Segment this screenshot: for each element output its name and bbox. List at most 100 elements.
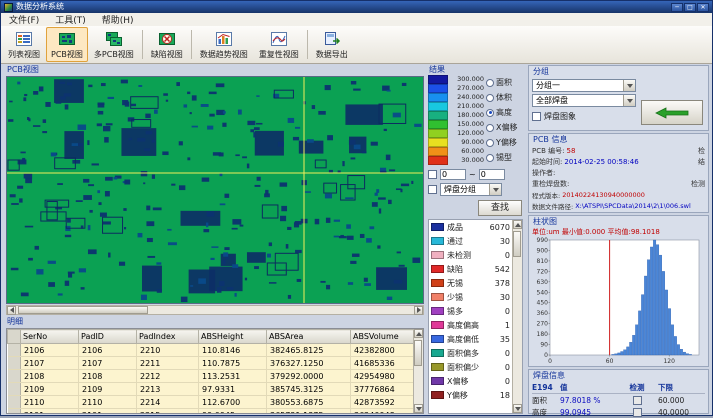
scroll-right-button[interactable] (414, 306, 423, 315)
range-from-input[interactable] (440, 169, 466, 180)
toolbar-button-multi-pcb-view[interactable]: 多PCB视图 (89, 27, 139, 62)
find-button[interactable]: 查找 (478, 200, 522, 216)
metric-radio-0[interactable]: 面积 (486, 75, 523, 90)
pad-select[interactable]: 全部焊盘 (532, 94, 636, 107)
toolbar-button-label: 数据导出 (316, 49, 348, 60)
defect-row-0[interactable]: 成品6070 (429, 220, 512, 234)
info-value: 2014-02-25 00:58:46 (564, 158, 638, 166)
pad-detect-checkbox[interactable] (633, 396, 642, 405)
defect-row-4[interactable]: 无锡378 (429, 276, 512, 290)
pad-image-checkbox[interactable] (532, 112, 541, 121)
defect-list-scrollbar[interactable] (512, 220, 522, 413)
detail-column-header: ABSArea (267, 330, 351, 344)
info-label: 数据文件路径: (532, 201, 573, 211)
scroll-thumb[interactable] (513, 231, 521, 257)
pad-group-select-value: 焊盘分组 (444, 184, 487, 195)
chevron-down-icon[interactable] (489, 184, 501, 195)
legend-color (428, 93, 448, 102)
legend-color (428, 102, 448, 111)
defect-color-swatch (431, 223, 444, 231)
metric-radio-group: 面积体积高度 X偏移 Y偏移锡型 (486, 75, 523, 165)
table-row[interactable]: 210721072211110.7875376327.125041685336 (8, 357, 414, 370)
scroll-up-button[interactable] (414, 329, 423, 338)
svg-text:900: 900 (537, 247, 549, 254)
group-select[interactable]: 分组一 (532, 79, 636, 92)
pcb-canvas[interactable] (6, 76, 424, 304)
scroll-track[interactable] (414, 338, 423, 404)
detail-table: SerNoPadIDPadIndexABSHeightABSAreaABSVol… (6, 328, 424, 414)
defect-label: 未检测 (447, 250, 505, 261)
menu-item-0[interactable]: 文件(F) (1, 13, 47, 26)
table-row[interactable]: 211021102214112.6700380553.687542873592 (8, 396, 414, 409)
defect-row-12[interactable]: Y偏移18 (429, 388, 512, 402)
defect-color-swatch (431, 293, 444, 301)
pad-detect-checkbox[interactable] (633, 408, 642, 417)
detail-column-header: SerNo (21, 330, 79, 344)
table-row[interactable]: 21912191221599.0945365721.187536240948 (8, 409, 414, 415)
toolbar-button-data-trend-view[interactable]: 数据趋势视图 (195, 27, 253, 62)
defect-row-8[interactable]: 高度偏低35 (429, 332, 512, 346)
scroll-down-button[interactable] (414, 404, 423, 413)
defect-count: 0 (505, 377, 510, 386)
detail-vertical-scrollbar[interactable] (413, 329, 423, 413)
range-checkbox[interactable] (428, 170, 437, 179)
defect-view-icon (158, 30, 176, 48)
table-row[interactable]: 210621062210110.8146382465.812542382800 (8, 344, 414, 357)
close-button[interactable]: ✕ (697, 3, 709, 12)
detail-cell: 110.8146 (199, 344, 267, 357)
repeat-view-icon (270, 30, 288, 48)
defect-row-2[interactable]: 未检测0 (429, 248, 512, 262)
scroll-thumb[interactable] (18, 306, 148, 314)
pad-info-header-cell: 值 (560, 382, 616, 393)
detail-cell: 36240948 (351, 409, 414, 415)
scroll-up-button[interactable] (513, 220, 522, 229)
defect-row-6[interactable]: 锡多0 (429, 304, 512, 318)
menu-item-2[interactable]: 帮助(H) (94, 13, 142, 26)
scroll-thumb[interactable] (414, 340, 422, 366)
minimize-button[interactable]: ─ (671, 3, 683, 12)
pad-image-button[interactable] (641, 100, 703, 125)
defect-row-5[interactable]: 少锡30 (429, 290, 512, 304)
row-gutter (8, 357, 21, 370)
defect-count: 378 (495, 279, 510, 288)
toolbar-button-pcb-view[interactable]: PCB视图 (46, 27, 88, 62)
toolbar-button-label: 列表视图 (8, 49, 40, 60)
toolbar-button-list-view[interactable]: 列表视图 (3, 27, 45, 62)
toolbar-button-data-export[interactable]: 数据导出 (311, 27, 353, 62)
pcb-info-row-1: 起始时间:2014-02-25 00:58:46结 (532, 156, 705, 167)
menu-item-1[interactable]: 工具(T) (47, 13, 94, 26)
pad-group-select[interactable]: 焊盘分组 (440, 183, 502, 196)
scroll-down-button[interactable] (513, 404, 522, 413)
detail-column-header: PadIndex (137, 330, 199, 344)
table-row[interactable]: 210821082212113.2531379292.000042954980 (8, 370, 414, 383)
metric-label: X偏移 (496, 122, 517, 133)
toolbar-button-defect-view[interactable]: 缺陷视图 (146, 27, 188, 62)
metric-radio-1[interactable]: 体积 (486, 90, 523, 105)
detail-cell: 376327.1250 (267, 357, 351, 370)
defect-row-11[interactable]: X偏移0 (429, 374, 512, 388)
toolbar-button-repeat-view[interactable]: 重复性视图 (254, 27, 304, 62)
metric-radio-2[interactable]: 高度 (486, 105, 523, 120)
defect-color-swatch (431, 349, 444, 357)
pad-group-checkbox[interactable] (428, 185, 437, 194)
radio-icon (486, 109, 494, 117)
pcb-horizontal-scrollbar[interactable] (6, 305, 424, 315)
metric-radio-3[interactable]: X偏移 (486, 120, 523, 135)
detail-cell: 2210 (137, 344, 199, 357)
defect-row-9[interactable]: 面积偏多0 (429, 346, 512, 360)
range-to-input[interactable] (479, 169, 505, 180)
scroll-left-button[interactable] (7, 306, 16, 315)
defect-row-1[interactable]: 通过30 (429, 234, 512, 248)
metric-radio-4[interactable]: Y偏移 (486, 135, 523, 150)
scroll-track[interactable] (16, 306, 414, 314)
defect-row-10[interactable]: 面积偏少0 (429, 360, 512, 374)
scroll-track[interactable] (513, 229, 522, 404)
defect-row-3[interactable]: 缺陷542 (429, 262, 512, 276)
table-row[interactable]: 21092109221397.9331385745.312537776864 (8, 383, 414, 396)
chevron-down-icon[interactable] (623, 95, 635, 106)
metric-radio-5[interactable]: 锡型 (486, 150, 523, 165)
info-extra: 检 (698, 146, 705, 156)
defect-row-7[interactable]: 高度偏高1 (429, 318, 512, 332)
maximize-button[interactable]: □ (684, 3, 696, 12)
chevron-down-icon[interactable] (623, 80, 635, 91)
